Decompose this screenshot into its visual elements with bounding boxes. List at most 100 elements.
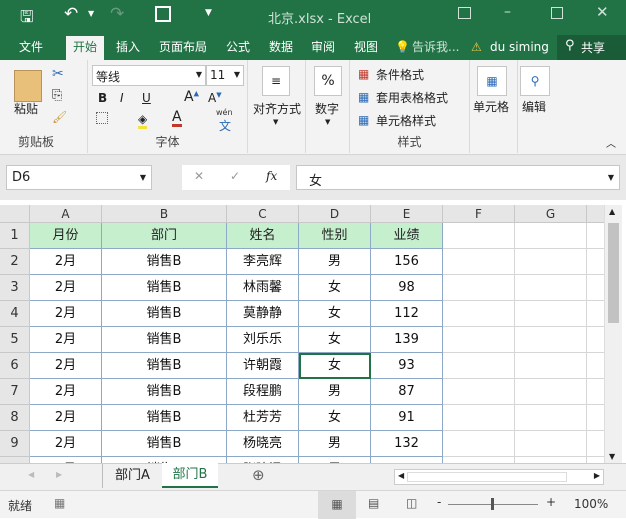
table-cell[interactable] — [443, 249, 515, 275]
row-header[interactable]: 6 — [0, 353, 30, 379]
table-cell[interactable]: 销售B — [102, 405, 227, 431]
table-cell[interactable]: 93 — [371, 353, 443, 379]
column-title-cell[interactable]: 姓名 — [227, 223, 299, 249]
column-header-A[interactable]: A — [30, 205, 102, 223]
close-icon[interactable]: ✕ — [596, 3, 609, 21]
table-cell[interactable] — [587, 301, 604, 327]
table-cell[interactable]: 莫静静 — [227, 301, 299, 327]
table-cell[interactable]: 刘乐乐 — [227, 327, 299, 353]
table-cell[interactable] — [587, 431, 604, 457]
tab-formulas[interactable]: 公式 — [220, 36, 256, 60]
row-header[interactable]: 9 — [0, 431, 30, 457]
select-all-corner[interactable] — [0, 205, 30, 223]
table-cell[interactable] — [443, 379, 515, 405]
table-cell[interactable]: 112 — [371, 301, 443, 327]
table-cell[interactable]: 段程鹏 — [227, 379, 299, 405]
prev-sheet-icon[interactable]: ◀ — [28, 470, 34, 479]
decrease-font-icon[interactable]: A▼ — [208, 91, 222, 105]
table-cell[interactable]: 2月 — [30, 327, 102, 353]
formula-input[interactable]: 女 ▼ — [296, 165, 620, 190]
paste-button[interactable]: 粘贴 — [14, 100, 38, 117]
table-cell[interactable]: 男 — [299, 431, 371, 457]
table-cell[interactable] — [443, 223, 515, 249]
undo-dropdown-icon[interactable]: ▼ — [88, 9, 94, 18]
page-layout-view-icon[interactable]: ▤ — [368, 496, 379, 510]
paste-icon[interactable] — [14, 70, 42, 102]
save-icon[interactable]: 🖫 — [20, 6, 34, 33]
macro-record-icon[interactable]: ▦ — [54, 496, 65, 510]
column-header-F[interactable]: F — [443, 205, 515, 223]
table-cell[interactable]: 销售B — [102, 249, 227, 275]
horizontal-scrollbar[interactable]: ◀ ▶ — [394, 469, 604, 485]
table-cell[interactable] — [515, 405, 587, 431]
tab-data[interactable]: 数据 — [263, 36, 299, 60]
table-cell[interactable]: 91 — [371, 405, 443, 431]
row-header[interactable]: 8 — [0, 405, 30, 431]
undo-icon[interactable]: ↶ — [64, 4, 78, 24]
table-cell[interactable] — [443, 327, 515, 353]
column-title-cell[interactable]: 月份 — [30, 223, 102, 249]
table-cell[interactable] — [515, 275, 587, 301]
table-cell[interactable]: 男 — [299, 249, 371, 275]
table-cell[interactable] — [587, 275, 604, 301]
alignment-group[interactable]: ≡ 对齐方式 ▼ — [248, 60, 306, 153]
table-cell[interactable]: 杜芳芳 — [227, 405, 299, 431]
table-cell[interactable]: 2月 — [30, 353, 102, 379]
tab-view[interactable]: 视图 — [348, 36, 384, 60]
copy-icon[interactable]: ⎘ — [52, 88, 62, 103]
borders-icon[interactable] — [96, 112, 108, 124]
user-name[interactable]: du siming — [484, 36, 555, 60]
table-cell[interactable]: 销售B — [102, 275, 227, 301]
enter-icon[interactable]: ✓ — [230, 169, 240, 183]
share-button[interactable]: ⚲ 共享 — [557, 35, 626, 60]
table-cell[interactable] — [587, 379, 604, 405]
cut-icon[interactable]: ✂ — [52, 66, 64, 82]
scroll-thumb[interactable] — [608, 223, 619, 323]
normal-view-icon[interactable]: ▦ — [318, 491, 356, 519]
customize-qat-icon[interactable]: ▼ — [205, 8, 212, 18]
table-cell[interactable]: 销售B — [102, 353, 227, 379]
scroll-thumb[interactable] — [407, 472, 567, 482]
table-cell[interactable]: 2月 — [30, 301, 102, 327]
italic-button[interactable]: I — [120, 91, 124, 105]
column-header-B[interactable]: B — [102, 205, 227, 223]
increase-font-icon[interactable]: A▲ — [184, 89, 199, 105]
table-cell[interactable] — [515, 379, 587, 405]
table-cell[interactable] — [515, 327, 587, 353]
scroll-right-icon[interactable]: ▶ — [594, 471, 600, 480]
collapse-ribbon-icon[interactable]: ︿ — [606, 135, 616, 150]
phonetic-button[interactable]: wén — [216, 108, 233, 117]
column-title-cell[interactable]: 业绩 — [371, 223, 443, 249]
table-cell[interactable]: 2月 — [30, 275, 102, 301]
active-cell[interactable]: 女 — [299, 353, 371, 379]
column-header-C[interactable]: C — [227, 205, 299, 223]
table-cell[interactable] — [443, 405, 515, 431]
table-cell[interactable] — [443, 353, 515, 379]
cells-group[interactable]: ▦ 单元格 — [470, 60, 518, 153]
table-cell[interactable]: 杨晓亮 — [227, 431, 299, 457]
tab-review[interactable]: 审阅 — [305, 36, 341, 60]
minimize-icon[interactable]: – — [504, 4, 511, 20]
scroll-down-icon[interactable]: ▼ — [609, 452, 615, 461]
row-header[interactable]: 2 — [0, 249, 30, 275]
worksheet-grid[interactable]: A B C D E F G 1 月份 部门 姓名 性别 业绩 2 2月 销售B 李亮辉男 156 3 2月 销售B 林雨馨… — [0, 205, 604, 463]
table-cell[interactable]: 销售B — [102, 379, 227, 405]
zoom-out-button[interactable]: - — [437, 495, 441, 509]
ribbon-display-icon[interactable] — [458, 7, 471, 19]
table-cell[interactable]: 2月 — [30, 379, 102, 405]
table-cell[interactable]: 女 — [299, 301, 371, 327]
row-header[interactable]: 7 — [0, 379, 30, 405]
tab-home[interactable]: 开始 — [66, 36, 105, 60]
row-header[interactable]: 1 — [0, 223, 30, 249]
table-cell[interactable] — [587, 353, 604, 379]
table-cell[interactable]: 销售B — [102, 301, 227, 327]
format-painter-icon[interactable]: 🖌 — [52, 110, 67, 124]
table-cell[interactable] — [587, 223, 604, 249]
font-color-button[interactable]: A — [172, 110, 182, 127]
tell-me-search[interactable]: 告诉我... — [406, 36, 465, 60]
redo-icon[interactable]: ↷ — [110, 4, 124, 24]
table-cell[interactable]: 139 — [371, 327, 443, 353]
column-title-cell[interactable]: 性别 — [299, 223, 371, 249]
table-cell[interactable]: 李亮辉 — [227, 249, 299, 275]
table-cell[interactable]: 销售B — [102, 327, 227, 353]
